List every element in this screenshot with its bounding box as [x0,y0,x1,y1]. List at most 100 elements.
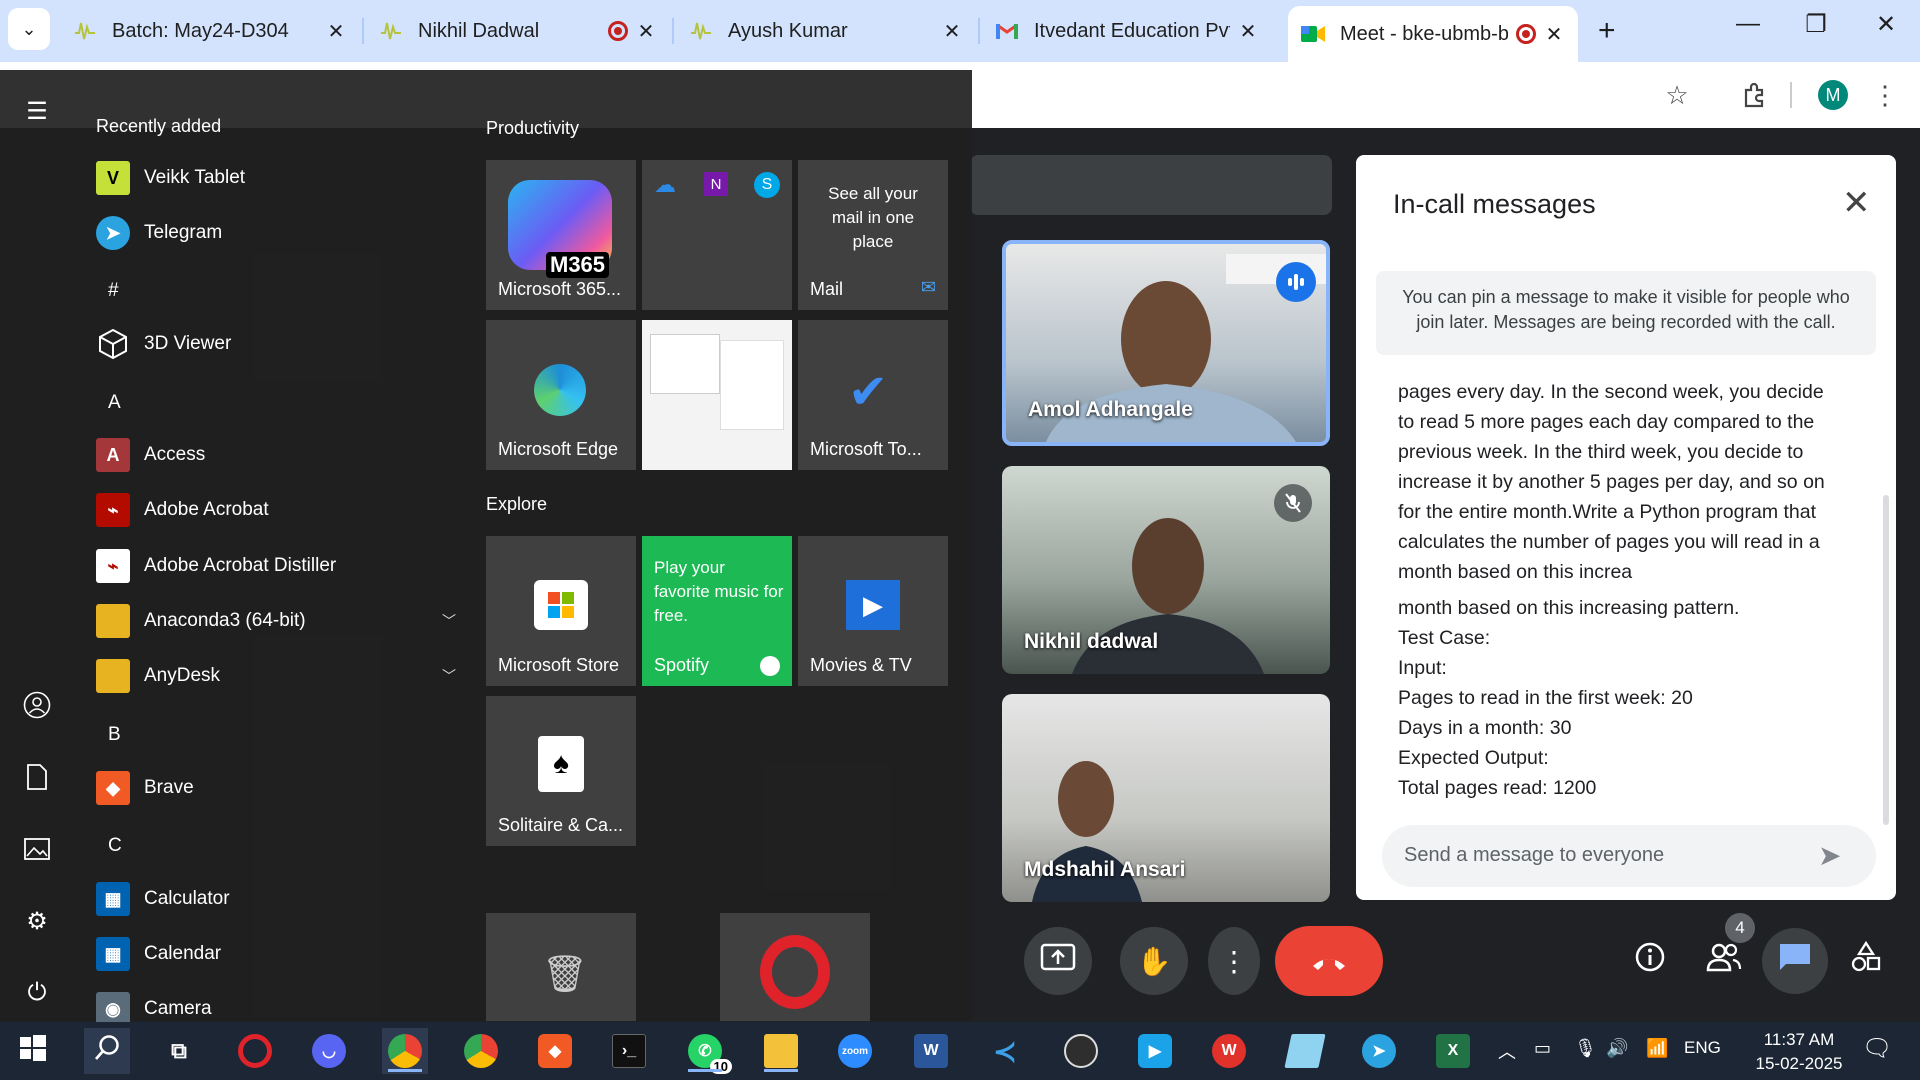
messages-scrollbar[interactable] [1883,495,1889,825]
notifications-icon[interactable]: 🗨 [1862,1034,1892,1063]
tile-microsoft-edge[interactable]: Microsoft Edge [486,320,636,470]
taskbar-opera[interactable] [232,1028,278,1074]
taskbar-screen-recorder[interactable]: ▶ [1132,1028,1178,1074]
taskbar-wps[interactable]: W [1206,1028,1252,1074]
meeting-details-button[interactable] [1620,927,1680,995]
raise-hand-button[interactable]: ✋ [1120,927,1188,995]
documents-icon[interactable] [20,760,54,794]
close-tab-icon[interactable]: ✕ [324,19,348,44]
taskbar-obs[interactable] [1058,1028,1104,1074]
tile-opera[interactable] [720,913,870,1021]
tab-gmail[interactable]: Itvedant Education Pvt. Lt ✕ [982,0,1272,62]
tile-microsoft-todo[interactable]: ✔ Microsoft To... [798,320,948,470]
tab-meet[interactable]: Meet - bke-ubmb-bmd ✕ [1288,6,1578,62]
minimize-button[interactable]: — [1728,10,1768,38]
clock[interactable]: 11:37 AM 15-02-2025 [1744,1028,1854,1076]
app-telegram[interactable]: ➤ Telegram [96,211,456,255]
participant-tile-amol[interactable]: Amol Adhangale [1002,240,1330,446]
leave-call-button[interactable] [1275,926,1383,996]
taskbar-zoom[interactable]: zoom [832,1028,878,1074]
tile-recycle-bin[interactable]: 🗑 [486,913,636,1021]
hamburger-menu-icon[interactable]: ☰ [20,94,54,128]
tab-search-button[interactable]: ⌄ [8,8,50,50]
group-letter-b[interactable]: B [108,724,121,746]
taskbar-chrome[interactable] [458,1028,504,1074]
calendar-icon: ▦ [96,937,130,971]
start-button[interactable] [10,1028,56,1074]
task-view-button[interactable]: ⧉ [156,1028,202,1074]
chrome-menu-icon[interactable]: ⋮ [1868,78,1902,112]
settings-gear-icon[interactable]: ⚙ [20,904,54,938]
spotify-logo-icon [760,656,780,676]
close-panel-icon[interactable]: ✕ [1842,183,1871,223]
power-icon[interactable]: ⏻ [20,976,54,1010]
more-options-button[interactable]: ⋮ [1208,927,1260,995]
tile-movies-tv[interactable]: ▶ Movies & TV [798,536,948,686]
excel-icon: X [1436,1034,1470,1068]
taskbar-chrome-profile[interactable] [382,1028,428,1074]
tile-mail[interactable]: See all your mail in one place Mail ✉ [798,160,948,310]
app-anaconda-folder[interactable]: Anaconda3 (64-bit) ﹀ [96,599,456,643]
taskbar-file-explorer[interactable] [758,1028,804,1074]
shapes-icon [1850,940,1882,981]
app-acrobat-distiller[interactable]: ⌁ Adobe Acrobat Distiller [96,544,456,588]
app-access[interactable]: A Access [96,433,456,477]
participant-tile-nikhil[interactable]: Nikhil dadwal [1002,466,1330,674]
close-window-button[interactable]: ✕ [1866,10,1906,39]
taskbar-whatsapp[interactable]: ✆ 10 [682,1028,732,1074]
taskbar-terminal[interactable]: ›_ [606,1028,652,1074]
acrobat-icon: ⌁ [96,493,130,527]
taskbar-excel[interactable]: X [1430,1028,1476,1074]
bookmark-star-icon[interactable]: ☆ [1660,78,1694,112]
taskbar-brave[interactable]: ◆ [532,1028,578,1074]
close-tab-icon[interactable]: ✕ [940,19,964,44]
tile-microsoft-365[interactable]: M365 Microsoft 365... [486,160,636,310]
tab-batch[interactable]: Batch: May24-D304 ✕ [60,0,360,62]
app-calculator[interactable]: ▦ Calculator [96,877,456,921]
close-tab-icon[interactable]: ✕ [1542,22,1566,47]
new-tab-button[interactable]: + [1598,14,1616,48]
tile-screenshot-preview[interactable] [642,320,792,470]
speaking-indicator-icon [1276,262,1316,302]
search-button[interactable] [84,1028,130,1074]
present-screen-button[interactable] [1024,927,1092,995]
app-veikk-tablet[interactable]: V Veikk Tablet [96,156,456,200]
microphone-icon[interactable]: 🎙 [1574,1038,1597,1059]
checkmark-icon: ✔ [848,366,889,419]
taskbar-discord[interactable]: ◡ [306,1028,352,1074]
taskbar-telegram[interactable]: ➤ [1356,1028,1402,1074]
tab-nikhil[interactable]: Nikhil Dadwal ✕ [366,0,670,62]
tab-ayush[interactable]: Ayush Kumar ✕ [676,0,976,62]
close-tab-icon[interactable]: ✕ [1236,19,1260,44]
tile-solitaire[interactable]: ♠ Solitaire & Ca... [486,696,636,846]
group-letter-hash[interactable]: # [108,280,119,302]
participant-tile-mdshahil[interactable]: Mdshahil Ansari [1002,694,1330,902]
taskbar-word[interactable]: W [908,1028,954,1074]
taskbar-vscode[interactable]: ≺ [982,1028,1028,1074]
volume-icon[interactable]: 🔊 [1606,1038,1628,1059]
pictures-icon[interactable] [20,832,54,866]
taskbar-notepad-app[interactable] [1282,1028,1328,1074]
send-icon[interactable]: ➤ [1818,839,1841,872]
tile-spotify[interactable]: Play your favorite music for free. Spoti… [642,536,792,686]
tile-office-apps[interactable]: ☁ N S [642,160,792,310]
close-tab-icon[interactable]: ✕ [634,19,658,44]
app-brave[interactable]: ◆ Brave [96,766,456,810]
profile-avatar[interactable]: M [1818,80,1848,110]
app-3d-viewer[interactable]: 3D Viewer [96,322,456,366]
app-anydesk-folder[interactable]: AnyDesk ﹀ [96,654,456,698]
tray-overflow-icon[interactable]: ︿ [1498,1038,1516,1064]
group-letter-a[interactable]: A [108,392,121,414]
app-adobe-acrobat[interactable]: ⌁ Adobe Acrobat [96,488,456,532]
restore-button[interactable]: ❐ [1796,10,1836,39]
group-letter-c[interactable]: C [108,835,122,857]
app-calendar[interactable]: ▦ Calendar [96,932,456,976]
activities-button[interactable] [1836,927,1896,995]
send-message-input[interactable]: Send a message to everyone [1382,825,1876,887]
extensions-icon[interactable] [1738,78,1772,112]
wifi-icon[interactable]: 📶 [1646,1038,1668,1059]
language-indicator[interactable]: ENG [1684,1038,1721,1058]
user-account-icon[interactable] [20,688,54,722]
tile-microsoft-store[interactable]: Microsoft Store [486,536,636,686]
battery-icon[interactable]: ▭ [1534,1038,1551,1059]
